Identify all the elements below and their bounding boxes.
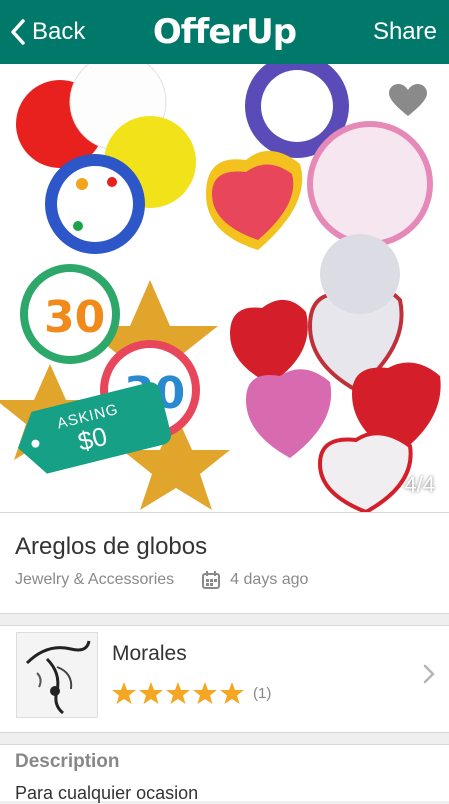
share-button[interactable]: Share bbox=[373, 14, 437, 50]
chevron-right-icon[interactable] bbox=[423, 664, 435, 684]
star-icon bbox=[139, 682, 163, 704]
favorite-heart-button[interactable] bbox=[389, 84, 427, 123]
star-icon bbox=[166, 682, 190, 704]
calendar-icon bbox=[202, 571, 221, 589]
listing-info-card: Areglos de globos Jewelry & Accessories … bbox=[0, 512, 449, 614]
description-text: Para cualquier ocasion bbox=[15, 783, 199, 803]
posted-time: 4 days ago bbox=[230, 571, 309, 588]
description-section: Description Para cualquier ocasion bbox=[0, 744, 449, 803]
review-count: (1) bbox=[253, 685, 272, 702]
heart-icon bbox=[389, 84, 427, 116]
listing-photo[interactable]: 30 30 ASKING $0 4/4 bbox=[0, 64, 449, 512]
seller-avatar bbox=[16, 632, 98, 718]
seller-rating: (1) bbox=[112, 682, 271, 705]
listing-category: Jewelry & Accessories bbox=[15, 571, 175, 588]
seller-name: Morales bbox=[112, 642, 187, 665]
listing-title: Areglos de globos bbox=[15, 533, 208, 560]
listing-meta: Jewelry & Accessories 4 days ago bbox=[15, 571, 308, 589]
description-heading: Description bbox=[15, 751, 120, 772]
bird-drawing-icon bbox=[25, 640, 91, 715]
image-counter: 4/4 bbox=[404, 472, 435, 497]
svg-text:30: 30 bbox=[44, 292, 105, 343]
star-icon bbox=[193, 682, 217, 704]
star-icon bbox=[220, 682, 244, 704]
seller-row[interactable]: Morales (1) bbox=[0, 625, 449, 733]
top-navbar: Back OfferUp Share bbox=[0, 0, 449, 64]
star-icon bbox=[112, 682, 136, 704]
